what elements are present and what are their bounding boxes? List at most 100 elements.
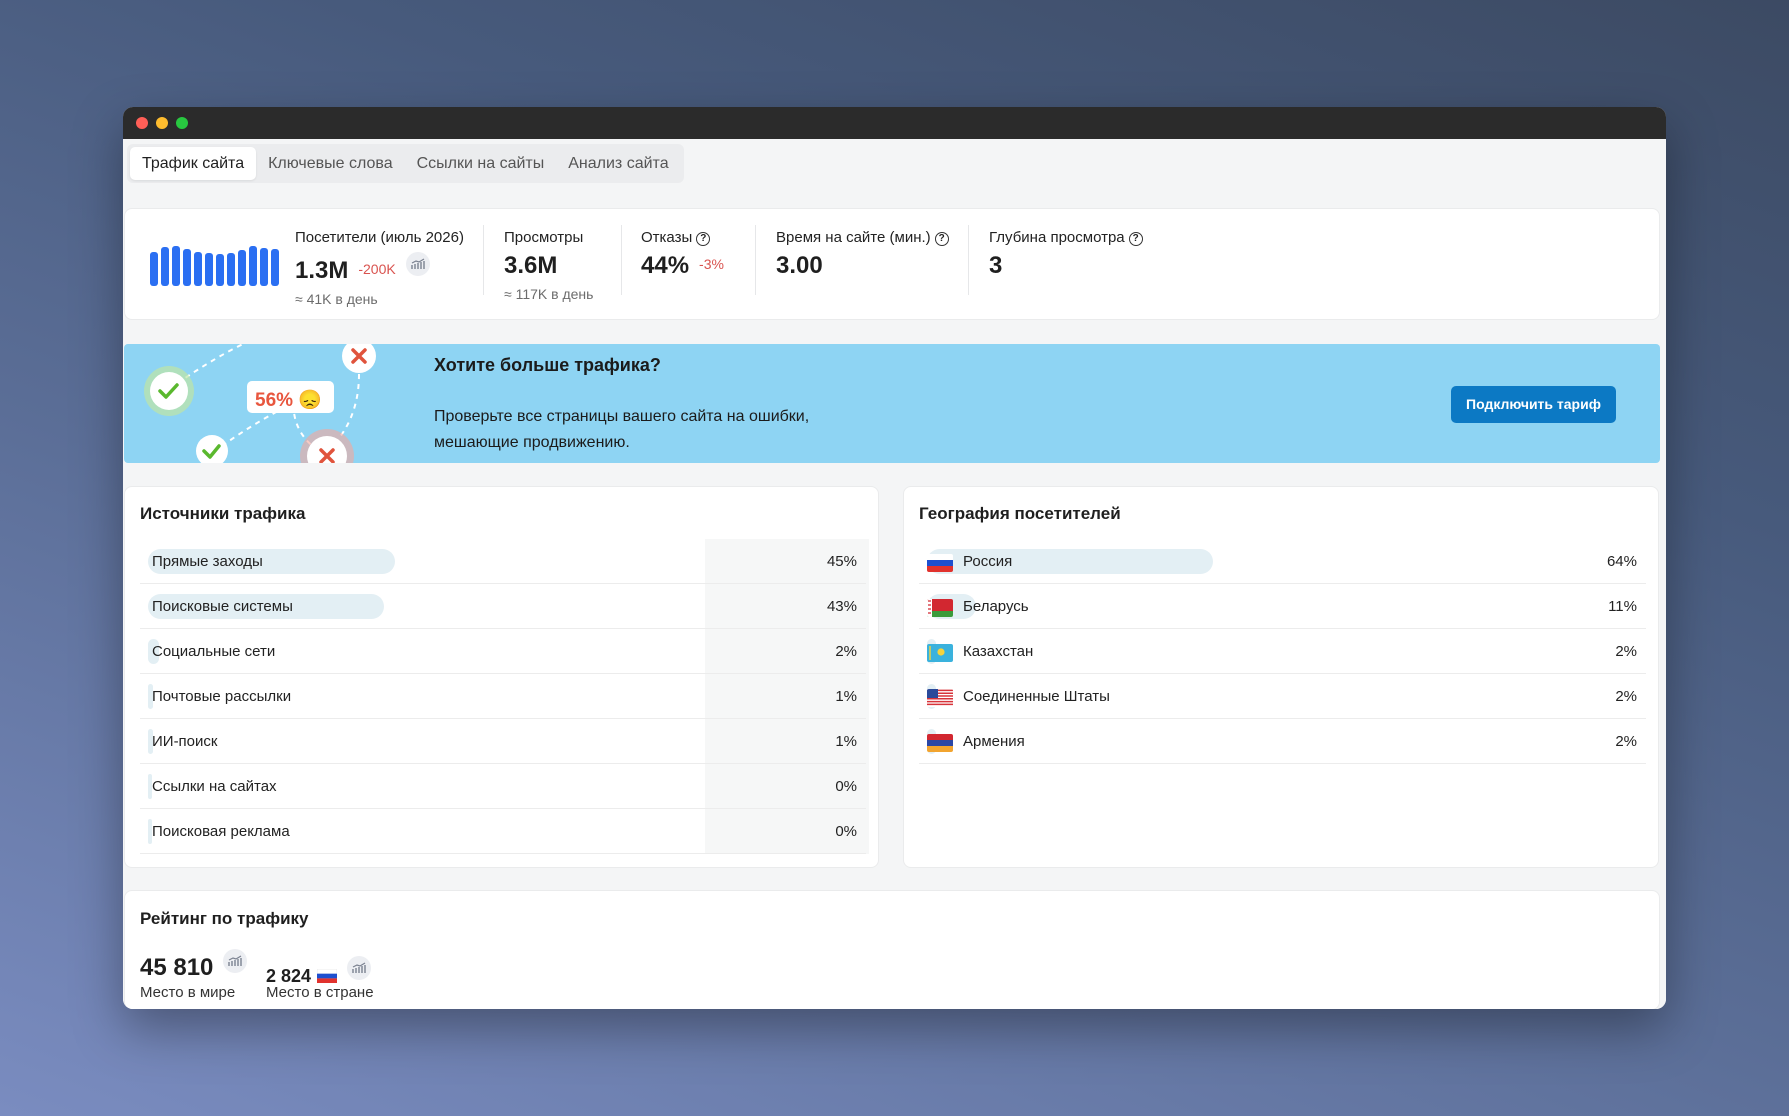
mini-bar — [205, 253, 213, 286]
country-name: Россия — [963, 553, 1013, 570]
divider — [755, 225, 756, 295]
mini-bar — [227, 253, 235, 286]
traffic-source-name: Социальные сети — [152, 643, 276, 660]
traffic-source-row[interactable]: ИИ-поиск 1% — [140, 719, 866, 764]
visitors-per-day: ≈ 41K в день — [295, 291, 378, 307]
mini-bar — [249, 246, 257, 286]
traffic-source-percent: 1% — [835, 688, 857, 705]
tab-site-analysis[interactable]: Анализ сайта — [556, 147, 680, 180]
banner-title: Хотите больше трафика? — [434, 355, 661, 375]
connect-plan-button[interactable]: Подключить тариф — [1451, 386, 1616, 423]
trend-chart-icon[interactable] — [405, 252, 430, 276]
country-percent: 2% — [1615, 733, 1637, 750]
mini-bar — [172, 246, 180, 286]
country-percent: 11% — [1608, 598, 1637, 615]
metric-visitors: Посетители (июль 2026) 1.3M -200K ≈ 41K в… — [295, 229, 464, 307]
traffic-rating-title: Рейтинг по трафику — [140, 909, 309, 928]
metric-time-on-site: Время на сайте (мин.)? 3.00 — [776, 229, 949, 280]
visitors-number: 1.3M — [295, 257, 349, 284]
time-label: Время на сайте (мин.)? — [776, 229, 949, 246]
trend-chart-icon[interactable] — [347, 956, 372, 980]
tab-traffic[interactable]: Трафик сайта — [130, 147, 257, 180]
mini-bar — [150, 252, 158, 286]
world-rank-value: 45 810 — [140, 954, 214, 981]
country-row[interactable]: Россия 64% — [919, 539, 1646, 584]
traffic-source-name: Поисковые системы — [152, 598, 293, 615]
time-value: 3.00 — [776, 252, 823, 279]
country-row[interactable]: Казахстан 2% — [919, 629, 1646, 674]
country-name: Казахстан — [963, 643, 1034, 660]
country-rank: 2 824 — [266, 956, 372, 987]
mini-bar — [183, 249, 191, 286]
visitor-geography-card: География посетителей Россия 64% Беларусь 1… — [903, 486, 1659, 868]
page-content: Трафик сайта Ключевые слова Ссылки на са… — [123, 139, 1666, 1009]
bounce-value: 44% -3% — [641, 252, 724, 280]
trend-chart-icon[interactable] — [223, 949, 248, 973]
traffic-source-row[interactable]: Почтовые рассылки 1% — [140, 674, 866, 719]
mini-bar — [271, 249, 279, 286]
visitors-value: 1.3M -200K — [295, 252, 464, 285]
country-percent: 2% — [1615, 688, 1637, 705]
country-row[interactable]: Соединенные Штаты 2% — [919, 674, 1646, 719]
bounce-number: 44% — [641, 252, 690, 279]
country-name: Беларусь — [963, 598, 1029, 615]
traffic-source-name: Прямые заходы — [152, 553, 263, 570]
tab-keywords[interactable]: Ключевые слова — [256, 147, 405, 180]
help-icon[interactable]: ? — [1128, 232, 1143, 246]
minimize-window-button[interactable] — [156, 117, 168, 129]
time-label-text: Время на сайте (мин.) — [776, 229, 931, 246]
banner-text: Проверьте все страницы вашего сайта на о… — [434, 408, 810, 451]
country-rank-label: Место в стране — [266, 984, 374, 1001]
country-name: Армения — [963, 733, 1025, 750]
country-row[interactable]: Беларусь 11% — [919, 584, 1646, 629]
country-rank-value: 2 824 — [266, 966, 312, 986]
maximize-window-button[interactable] — [176, 117, 188, 129]
banner-illustration — [144, 344, 376, 463]
country-name: Соединенные Штаты — [963, 688, 1110, 705]
views-per-day: ≈ 117K в день — [504, 286, 594, 302]
traffic-source-percent: 45% — [826, 553, 857, 570]
banner-badge-percent: 56% — [255, 390, 294, 411]
us-flag-icon — [927, 689, 953, 707]
traffic-sources-card: Источники трафика Прямые заходы 45% Поиско… — [124, 486, 879, 868]
traffic-source-percent: 43% — [826, 598, 857, 615]
visitor-geography-title: География посетителей — [919, 504, 1121, 523]
am-flag-icon — [927, 734, 953, 752]
mini-bar — [216, 254, 224, 286]
world-rank-label: Место в мире — [140, 984, 236, 1001]
tab-bar: Трафик сайта Ключевые слова Ссылки на са… — [127, 144, 684, 183]
visitors-delta: -200K — [358, 261, 396, 277]
country-percent: 2% — [1615, 643, 1637, 660]
visitors-label: Посетители (июль 2026) — [295, 229, 464, 246]
mini-bar — [238, 250, 246, 286]
metric-views: Просмотры 3.6M ≈ 117K в день — [504, 229, 593, 302]
browser-window: Трафик сайта Ключевые слова Ссылки на са… — [123, 107, 1666, 1009]
mini-bar — [161, 247, 169, 286]
mini-bar — [194, 252, 202, 286]
traffic-source-row[interactable]: Поисковые системы 43% — [140, 584, 866, 629]
country-row[interactable]: Армения 2% — [919, 719, 1646, 764]
sad-face-icon: 😞 — [298, 390, 322, 411]
country-percent: 64% — [1606, 553, 1637, 570]
kz-flag-icon — [927, 644, 953, 662]
stats-card: Посетители (июль 2026) 1.3M -200K ≈ 41K в… — [124, 208, 1660, 320]
help-icon[interactable]: ? — [696, 232, 711, 246]
traffic-rating-card: Рейтинг по трафику 45 810 Место в мире 2… — [124, 890, 1660, 1009]
title-bar — [123, 107, 1666, 139]
traffic-source-percent: 0% — [835, 823, 857, 840]
tab-backlinks[interactable]: Ссылки на сайты — [405, 147, 557, 180]
traffic-source-row[interactable]: Социальные сети 2% — [140, 629, 866, 674]
traffic-source-row[interactable]: Поисковая реклама 0% — [140, 809, 866, 854]
help-icon[interactable]: ? — [934, 232, 949, 246]
metric-bounce: Отказы? 44% -3% — [641, 229, 724, 280]
close-window-button[interactable] — [136, 117, 148, 129]
metric-depth: Глубина просмотра? 3 — [989, 229, 1143, 280]
traffic-source-row[interactable]: Прямые заходы 45% — [140, 539, 866, 584]
promo-banner: 56% 😞 Хотите больше трафика? Проверьте в… — [124, 344, 1660, 463]
bounce-label-text: Отказы — [641, 229, 693, 246]
bounce-label: Отказы? — [641, 229, 724, 246]
divider — [621, 225, 622, 295]
depth-label-text: Глубина просмотра — [989, 229, 1125, 246]
bounce-delta: -3% — [699, 256, 724, 272]
traffic-source-row[interactable]: Ссылки на сайтах 0% — [140, 764, 866, 809]
